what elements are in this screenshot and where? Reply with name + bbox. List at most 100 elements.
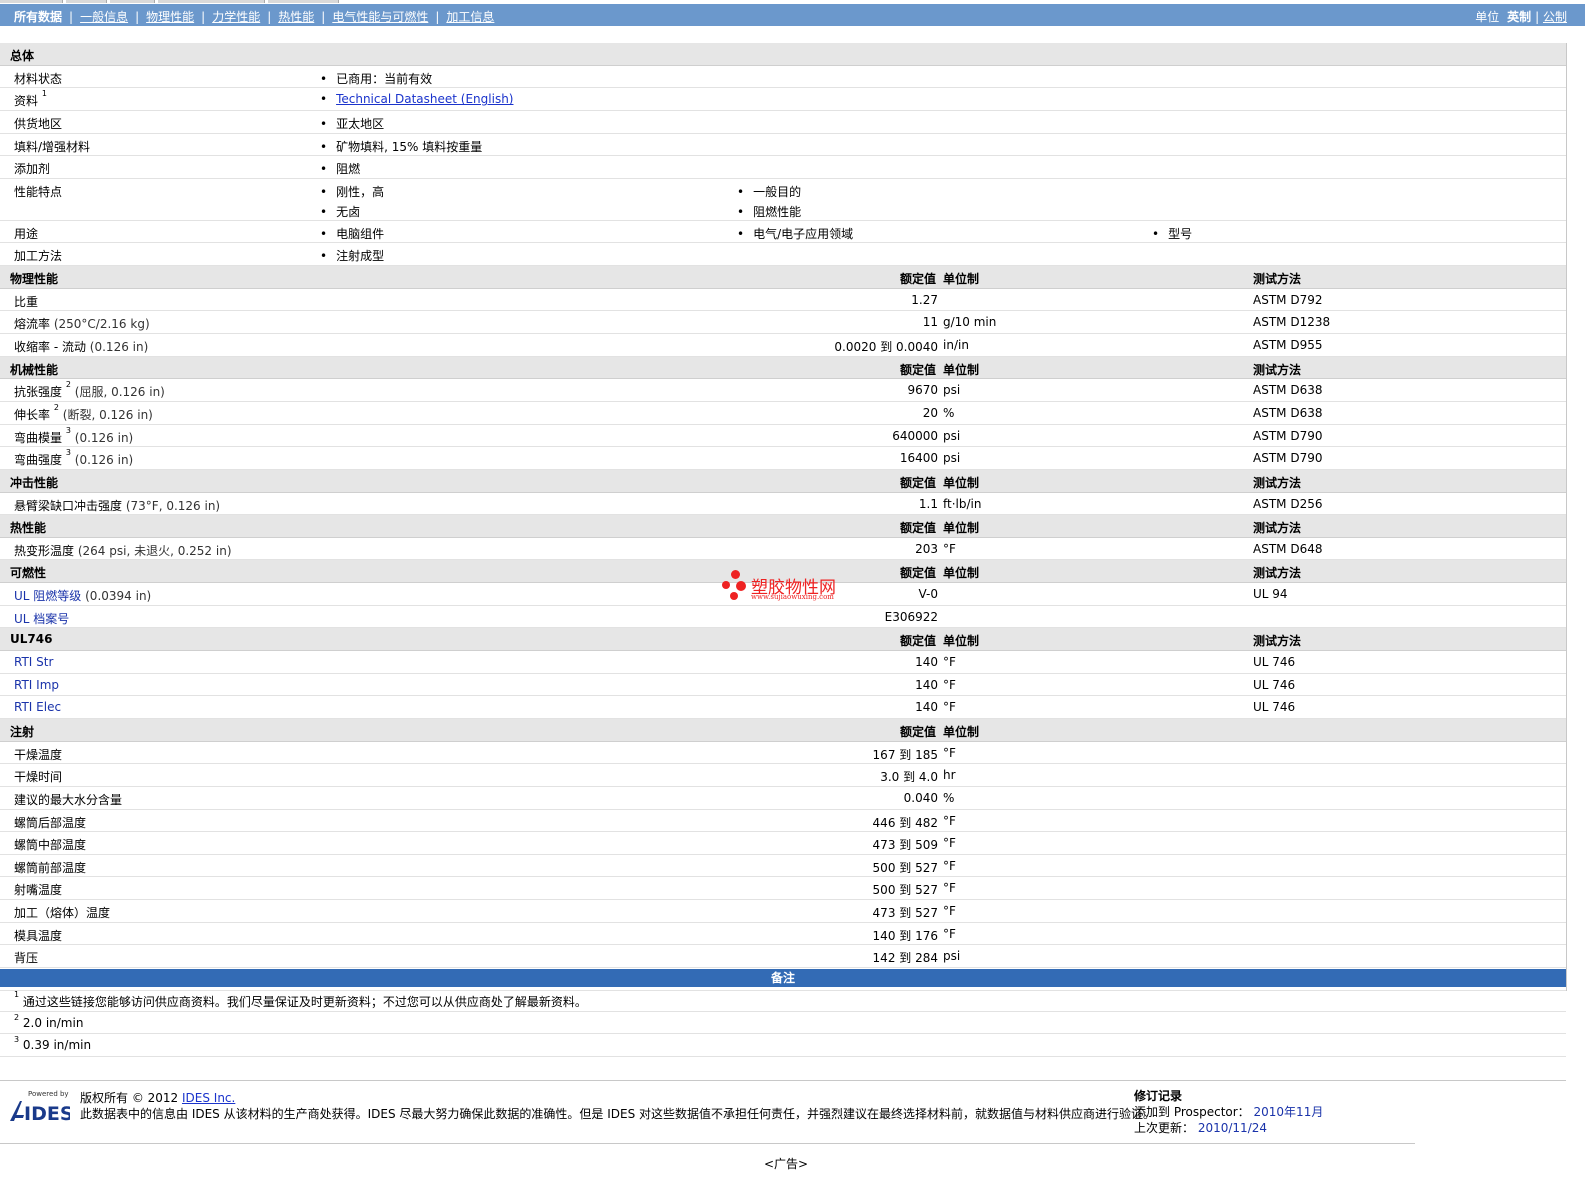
unit-value: %: [943, 405, 955, 420]
test-method: ASTM D790: [1253, 451, 1323, 466]
general-row: 供货地区 亚太地区: [0, 111, 1566, 134]
top-tab[interactable]: [0, 0, 63, 3]
test-method: ASTM D792: [1253, 292, 1323, 307]
test-method: ASTM D256: [1253, 496, 1323, 511]
test-method: ASTM D638: [1253, 405, 1323, 420]
revision-history: 修订记录 添加到 Prospector： 2010年11月 上次更新： 2010…: [1134, 1088, 1323, 1136]
tab-processing[interactable]: 加工信息: [446, 10, 494, 24]
unit-value: °F: [943, 655, 956, 670]
col-head-unit: 单位制: [943, 272, 980, 287]
tab-general-info[interactable]: 一般信息: [80, 10, 128, 24]
unit-value: °F: [943, 858, 956, 873]
table-row: 抗张强度 2 (屈服, 0.126 in) 9670 psi ASTM D638: [0, 379, 1566, 402]
nominal-value: 140: [915, 655, 938, 670]
unit-value: °F: [943, 541, 956, 556]
property-label: 弯曲强度: [14, 453, 63, 468]
section-title: UL746: [10, 632, 53, 647]
col-head-method: 测试方法: [1253, 475, 1302, 490]
table-row: 背压 142 到 284 psi: [0, 945, 1566, 968]
unit-value: °F: [943, 904, 956, 919]
unit-english[interactable]: 英制: [1507, 10, 1531, 24]
row-label: 材料状态: [14, 71, 63, 86]
row-value: 注射成型: [320, 247, 384, 264]
row-value: 一般目的: [737, 183, 801, 200]
footnote-number: 2: [14, 1012, 20, 1022]
property-condition: (0.126 in): [89, 340, 149, 355]
property-label: 比重: [14, 294, 39, 309]
top-tab[interactable]: [268, 0, 339, 3]
property-label: UL 阻燃等级: [14, 589, 82, 604]
table-row: 加工（熔体）温度 473 到 527 °F: [0, 900, 1566, 923]
nominal-value: 446 到 482: [872, 815, 938, 830]
ides-link[interactable]: IDES Inc.: [182, 1091, 235, 1105]
section-nav-bar: 所有数据 | 一般信息 | 物理性能 | 力学性能 | 热性能 | 电气性能与可燃性 | 加工信息 单位…: [0, 4, 1585, 26]
test-method: ASTM D1238: [1253, 315, 1331, 330]
top-tab[interactable]: [66, 0, 107, 3]
unit-value: °F: [943, 836, 956, 851]
property-label: 螺筒后部温度: [14, 815, 87, 830]
general-row: 用途 电脑组件 电气/电子应用领域 型号: [0, 221, 1566, 244]
table-row: 热变形温度 (264 psi, 未退火, 0.252 in) 203 °F ASTM …: [0, 538, 1566, 561]
table-row: 弯曲模量 3 (0.126 in) 640000 psi ASTM D790: [0, 425, 1566, 448]
top-tab[interactable]: [110, 0, 155, 3]
col-head-method: 测试方法: [1253, 521, 1302, 536]
property-condition: (250°C/2.16 kg): [53, 317, 150, 332]
tab-electrical-flammability[interactable]: 电气性能与可燃性: [332, 10, 428, 24]
nominal-value: 0.040: [903, 790, 938, 805]
row-label: 用途: [14, 226, 39, 241]
nominal-value: 142 到 284: [872, 951, 938, 966]
added-label: 添加到 Prospector：: [1134, 1105, 1250, 1119]
property-label: 熔流率: [14, 317, 51, 332]
property-label: 热变形温度: [14, 543, 75, 558]
property-label: RTI Imp: [14, 677, 59, 692]
nominal-value: 640000: [892, 428, 938, 443]
nominal-value: 1.27: [911, 292, 938, 307]
top-tab[interactable]: [158, 0, 265, 3]
footnote-ref: 2: [53, 402, 59, 412]
footnote-ref: 3: [65, 425, 71, 435]
row-value: 阻燃性能: [737, 203, 801, 220]
nominal-value: E306922: [884, 609, 938, 624]
note-text: 2.0 in/min: [22, 1015, 84, 1030]
table-row: 伸长率 2 (断裂, 0.126 in) 20% ASTM D638: [0, 402, 1566, 425]
property-label: 干燥温度: [14, 747, 63, 762]
section-header-injection: 注射 额定值 单位制: [0, 718, 1566, 742]
updated-value: 2010/11/24: [1197, 1121, 1268, 1135]
row-label: 加工方法: [14, 249, 63, 264]
nominal-value: 473 到 509: [872, 838, 938, 853]
col-head-method: 测试方法: [1253, 566, 1302, 581]
datasheet-link[interactable]: Technical Datasheet (English): [336, 92, 513, 106]
col-head-method: 测试方法: [1253, 634, 1302, 649]
datasheet-table: 总体 材料状态 已商用：当前有效 资料 1 Technical Datashee…: [0, 43, 1567, 991]
tab-all-data[interactable]: 所有数据: [14, 10, 62, 24]
property-label: RTI Str: [14, 655, 54, 670]
general-row: 填料/增强材料 矿物填料, 15% 填料按重量: [0, 134, 1566, 157]
property-condition: (断裂, 0.126 in): [62, 407, 153, 422]
unit-value: g/10 min: [943, 315, 997, 330]
ad-label: <广告>: [764, 1157, 809, 1171]
test-method: ASTM D638: [1253, 383, 1323, 398]
note-item: 2 2.0 in/min: [0, 1012, 1566, 1035]
property-label: 螺筒前部温度: [14, 860, 87, 875]
col-head-unit: 单位制: [943, 566, 980, 581]
section-header-physical: 物理性能 额定值 单位制 测试方法: [0, 266, 1566, 289]
unit-switcher: 单位 英制 | 公制: [1475, 10, 1567, 24]
tab-thermal[interactable]: 热性能: [278, 10, 314, 24]
table-row: 螺筒前部温度 500 到 527 °F: [0, 855, 1566, 878]
section-header-impact: 冲击性能 额定值 单位制 测试方法: [0, 469, 1566, 493]
nominal-value: 203: [915, 541, 938, 556]
tab-mechanical[interactable]: 力学性能: [212, 10, 260, 24]
unit-value: ft·lb/in: [943, 496, 982, 511]
nominal-value: 1.1: [918, 496, 938, 511]
test-method: ASTM D648: [1253, 541, 1323, 556]
table-row: RTI Imp 140 °F UL 746: [0, 674, 1566, 697]
col-head-nominal: 额定值: [899, 724, 936, 739]
unit-value: psi: [943, 383, 961, 398]
footnote-ref: 2: [65, 380, 71, 390]
nominal-value: 3.0 到 4.0: [880, 770, 938, 785]
updated-label: 上次更新：: [1134, 1121, 1195, 1135]
tab-physical[interactable]: 物理性能: [146, 10, 194, 24]
unit-metric[interactable]: 公制: [1543, 10, 1567, 24]
section-header-ul746: UL746 额定值 单位制 测试方法: [0, 628, 1566, 652]
test-method: UL 746: [1253, 677, 1296, 692]
